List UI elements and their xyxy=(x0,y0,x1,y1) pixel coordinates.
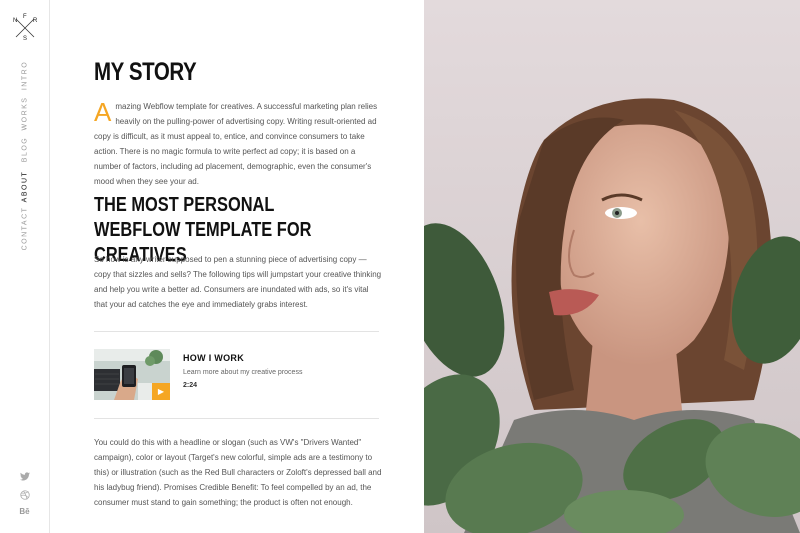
video-duration: 2:24 xyxy=(183,382,198,389)
intro-text: mazing Webflow template for creatives. A… xyxy=(94,102,378,186)
page-title: MY STORY xyxy=(94,58,197,86)
nav-item-works[interactable]: WORKS xyxy=(22,97,29,131)
play-icon: ▶ xyxy=(157,386,165,396)
hero-photo xyxy=(424,0,800,533)
sidebar: N F R S INTRO WORKS BLOG ABOUT CONTACT B… xyxy=(0,0,50,533)
nav-item-intro[interactable]: INTRO xyxy=(22,61,29,90)
dribbble-icon[interactable] xyxy=(0,490,49,502)
divider-bottom xyxy=(94,418,379,419)
nav-item-about[interactable]: ABOUT xyxy=(22,171,29,203)
nav-item-contact[interactable]: CONTACT xyxy=(22,207,29,251)
dropcap: A xyxy=(94,97,112,127)
logo[interactable]: N F R S xyxy=(11,14,39,42)
closing-paragraph: You could do this with a headline or slo… xyxy=(94,438,382,507)
behance-icon[interactable]: Bē xyxy=(0,507,49,516)
twitter-icon[interactable] xyxy=(0,472,49,483)
logo-letter-n: N xyxy=(13,18,18,24)
logo-letter-r: R xyxy=(33,18,38,24)
intro-paragraph: A mazing Webflow template for creatives.… xyxy=(94,99,384,189)
section-paragraph: So how is any writer supposed to pen a s… xyxy=(94,255,382,309)
play-button[interactable]: ▶ xyxy=(152,383,170,400)
logo-letter-s: S xyxy=(23,36,28,42)
divider-top xyxy=(94,331,379,332)
video-title[interactable]: HOW I WORK xyxy=(183,353,244,363)
logo-letter-f: F xyxy=(23,14,27,20)
nav-item-blog[interactable]: BLOG xyxy=(22,137,29,162)
video-subtitle: Learn more about my creative process xyxy=(183,369,303,376)
